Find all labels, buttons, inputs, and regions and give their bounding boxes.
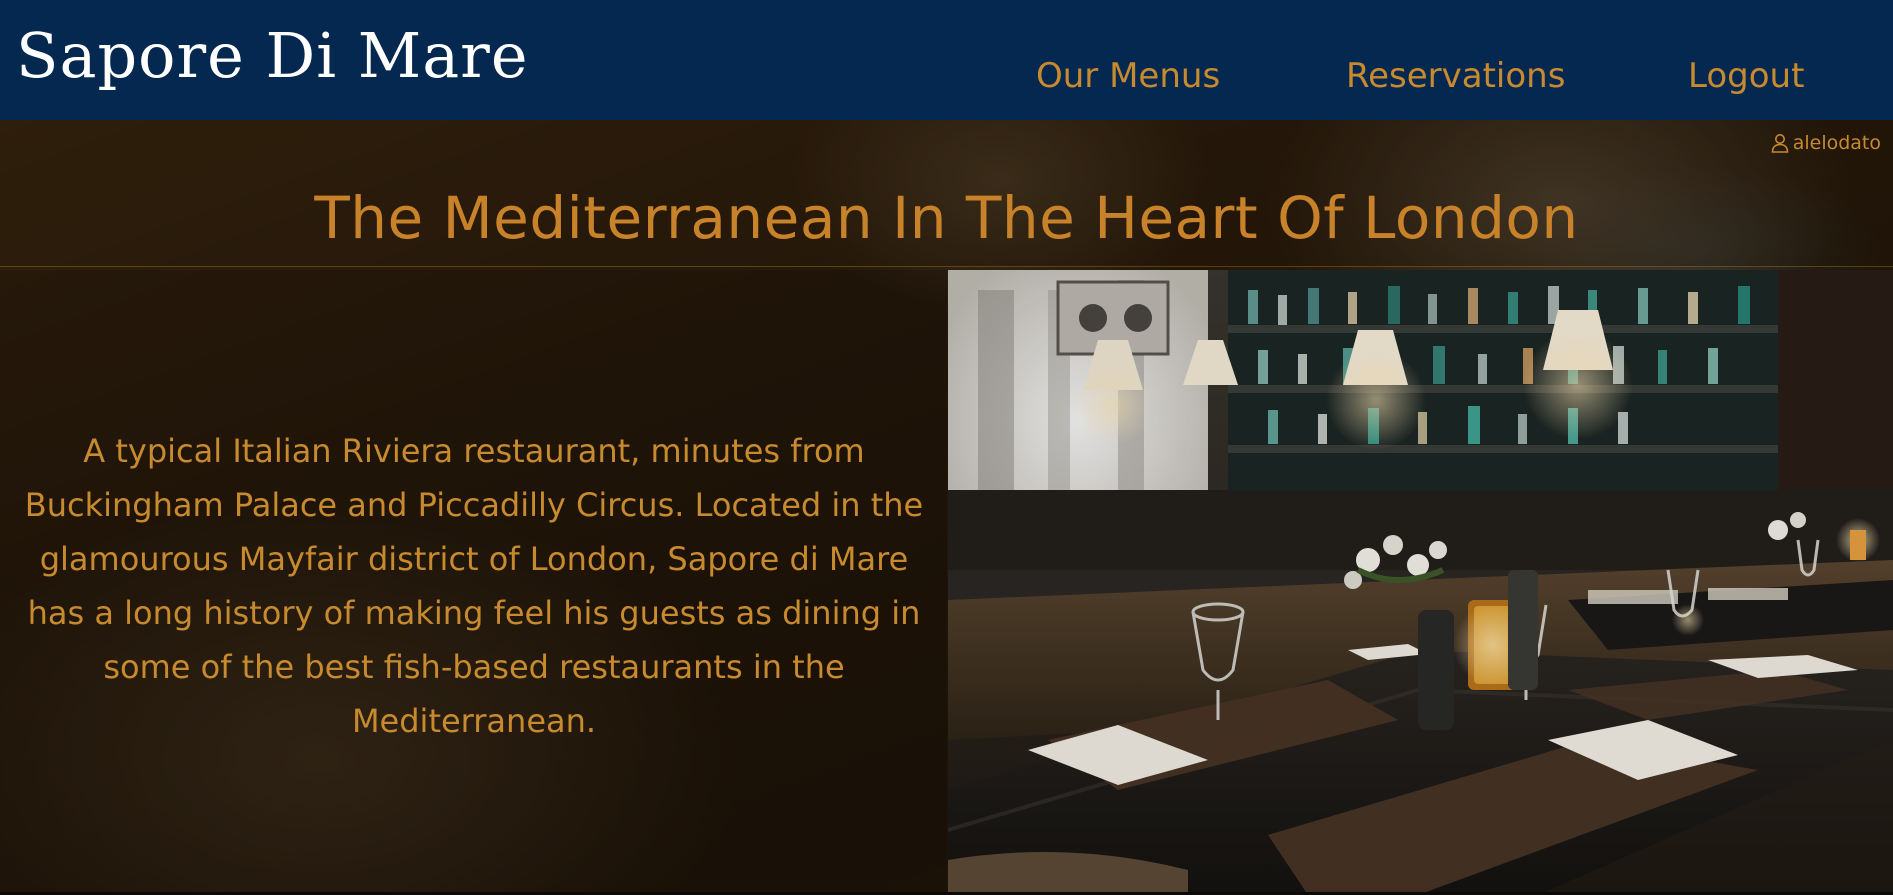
hero-title: The Mediterranean In The Heart Of London xyxy=(314,184,1579,252)
nav-link-reservations[interactable]: Reservations xyxy=(1346,52,1565,100)
user-icon xyxy=(1771,133,1789,153)
restaurant-description: A typical Italian Riviera restaurant, mi… xyxy=(24,432,924,740)
brand-logo[interactable]: Sapore Di Mare xyxy=(16,18,529,94)
page: Sapore Di Mare Our Menus Reservations Lo… xyxy=(0,0,1893,895)
user-badge[interactable]: alelodato xyxy=(1771,132,1881,154)
restaurant-interior-photo xyxy=(948,270,1893,895)
navbar: Sapore Di Mare Our Menus Reservations Lo… xyxy=(0,0,1893,120)
nav-link-our-menus[interactable]: Our Menus xyxy=(1036,52,1220,100)
username-label: alelodato xyxy=(1792,132,1881,154)
nav-link-logout[interactable]: Logout xyxy=(1688,52,1804,100)
